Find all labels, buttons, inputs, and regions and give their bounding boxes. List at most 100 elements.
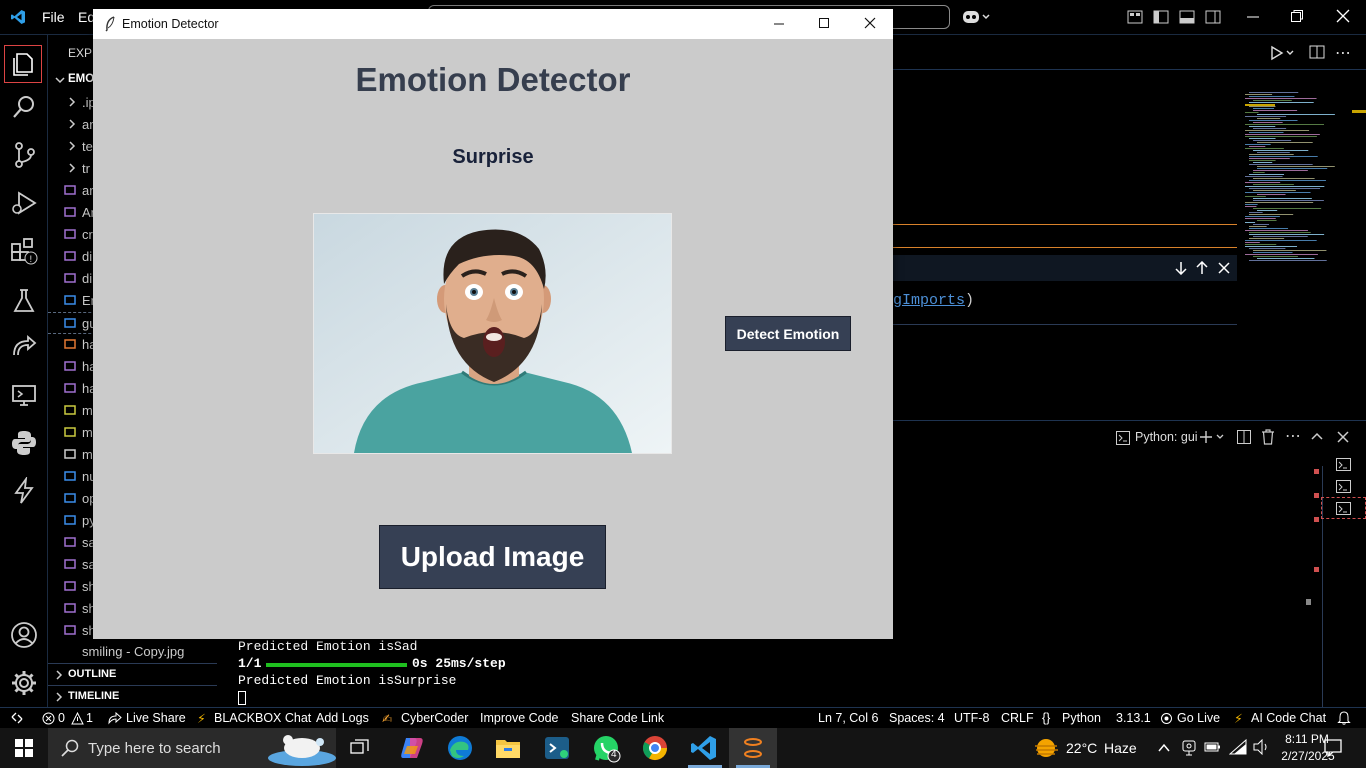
- minimap-line: [1245, 98, 1317, 99]
- minimap-line: [1249, 132, 1284, 133]
- minimap-line: [1253, 198, 1312, 199]
- file-explorer-icon[interactable]: [494, 734, 522, 762]
- outline-section[interactable]: OUTLINE: [48, 663, 217, 686]
- terminal-more-icon[interactable]: ⋯: [1285, 426, 1301, 446]
- run-python-icon[interactable]: [1270, 45, 1296, 61]
- minimap-line: [1253, 190, 1296, 191]
- cursor-position[interactable]: Ln 7, Col 6: [818, 711, 878, 725]
- close-find-icon[interactable]: [1217, 261, 1231, 275]
- minimap-line: [1253, 184, 1294, 185]
- minimap-line: [1253, 208, 1322, 209]
- minimap[interactable]: [1243, 90, 1353, 265]
- show-hidden-icons-chevron-icon[interactable]: [1157, 741, 1171, 755]
- file-label: te: [82, 139, 93, 154]
- close-panel-icon[interactable]: [1336, 430, 1350, 444]
- notification-center-icon[interactable]: [1324, 739, 1342, 757]
- timeline-section[interactable]: TIMELINE: [48, 685, 217, 708]
- toggle-secondary-sidebar-icon[interactable]: [1205, 10, 1221, 24]
- close-icon[interactable]: [1336, 9, 1350, 23]
- account-icon[interactable]: [10, 621, 38, 649]
- status-bar: 0 1 Live Share ⚡ BLACKBOX Chat Add Logs …: [0, 707, 1366, 729]
- copilot-app-icon[interactable]: [398, 734, 426, 762]
- blackbox-label: BLACKBOX Chat: [214, 711, 312, 725]
- detect-emotion-button[interactable]: Detect Emotion: [725, 316, 851, 351]
- task-view-icon[interactable]: [350, 739, 370, 757]
- minimap-line: [1257, 258, 1315, 259]
- chevron-right-icon: [66, 162, 78, 174]
- lightning-icon[interactable]: [10, 477, 38, 505]
- battery-icon[interactable]: [1204, 741, 1222, 753]
- window-close-icon[interactable]: [864, 17, 876, 29]
- notifications-bell-icon[interactable]: [1337, 710, 1351, 725]
- file-type-icon: [64, 558, 76, 570]
- arrow-up-icon[interactable]: [1195, 261, 1209, 275]
- more-actions-icon[interactable]: ⋯: [1335, 43, 1351, 63]
- kill-terminal-icon[interactable]: [1261, 429, 1275, 445]
- add-logs-button[interactable]: Add Logs: [316, 711, 369, 725]
- customize-layout-icon[interactable]: [1127, 10, 1143, 24]
- python-version[interactable]: 3.13.1: [1116, 711, 1151, 725]
- vscode-logo-icon: [10, 9, 26, 25]
- indentation[interactable]: Spaces: 4: [889, 711, 945, 725]
- window-minimize-icon[interactable]: [773, 17, 785, 29]
- ai-chat-label: AI Code Chat: [1251, 711, 1327, 725]
- minimap-line: [1257, 152, 1290, 153]
- encoding[interactable]: UTF-8: [954, 711, 989, 725]
- minimap-line: [1249, 260, 1327, 261]
- minimap-line: [1249, 180, 1326, 181]
- upload-image-button[interactable]: Upload Image: [379, 525, 606, 589]
- wifi-icon[interactable]: [1229, 739, 1247, 755]
- terminal-instance-active[interactable]: [1321, 497, 1366, 519]
- vscode-taskbar-icon[interactable]: [690, 734, 718, 762]
- source-control-icon[interactable]: [10, 141, 38, 169]
- remote-indicator-icon[interactable]: [10, 711, 24, 725]
- toggle-sidebar-icon[interactable]: [1153, 10, 1169, 24]
- file-type-icon: [64, 184, 76, 196]
- split-terminal-icon[interactable]: [1237, 430, 1251, 444]
- taskbar-search-box[interactable]: Type here to search: [48, 728, 336, 768]
- testing-icon[interactable]: [10, 287, 38, 315]
- search-icon[interactable]: [10, 93, 38, 121]
- extensions-icon[interactable]: !: [10, 237, 38, 265]
- scrollbar-thumb[interactable]: [1306, 599, 1311, 605]
- file-item-smiling-copy[interactable]: smiling - Copy.jpg: [48, 641, 217, 663]
- explorer-icon[interactable]: [4, 45, 42, 83]
- remote-explorer-icon[interactable]: [10, 333, 38, 361]
- weather-desc[interactable]: Haze: [1104, 740, 1137, 756]
- minimize-icon[interactable]: [1246, 9, 1260, 23]
- weather-icon[interactable]: [1033, 736, 1059, 760]
- toggle-panel-icon[interactable]: [1179, 10, 1195, 24]
- file-label: di: [82, 271, 93, 286]
- windows-start-icon[interactable]: [15, 739, 33, 757]
- share-code-link-button[interactable]: Share Code Link: [571, 711, 664, 725]
- terminal-instance-icon[interactable]: [1336, 457, 1352, 473]
- window-maximize-icon[interactable]: [818, 17, 830, 29]
- improve-code-button[interactable]: Improve Code: [480, 711, 559, 725]
- run-debug-icon[interactable]: [10, 189, 38, 217]
- maximize-panel-icon[interactable]: [1310, 430, 1324, 444]
- new-terminal-icon[interactable]: [1199, 429, 1227, 445]
- copilot-icon[interactable]: [962, 9, 992, 25]
- remote-window-icon[interactable]: [10, 381, 38, 409]
- camera-icon[interactable]: [1182, 740, 1196, 756]
- whatsapp-icon[interactable]: 4: [592, 734, 621, 763]
- settings-gear-icon[interactable]: [10, 669, 38, 697]
- terminal-app-icon[interactable]: [543, 734, 571, 762]
- minimap-line: [1249, 92, 1299, 93]
- python-icon[interactable]: [10, 429, 38, 457]
- weather-temp[interactable]: 22°C: [1066, 740, 1097, 756]
- minimap-line: [1245, 176, 1283, 177]
- menu-file[interactable]: File: [42, 9, 65, 25]
- arrow-down-icon[interactable]: [1174, 261, 1188, 275]
- line-ending[interactable]: CRLF: [1001, 711, 1034, 725]
- chrome-browser-icon[interactable]: [641, 734, 669, 762]
- python-tk-app[interactable]: [729, 728, 777, 768]
- minimap-line: [1245, 254, 1318, 255]
- split-editor-icon[interactable]: [1309, 45, 1325, 59]
- volume-icon[interactable]: [1252, 739, 1270, 755]
- restore-icon[interactable]: [1290, 9, 1304, 23]
- edge-browser-icon[interactable]: [446, 734, 474, 762]
- terminal-instance-icon[interactable]: [1336, 479, 1352, 495]
- warning-count: 1: [86, 711, 93, 725]
- minimap-line: [1249, 212, 1263, 213]
